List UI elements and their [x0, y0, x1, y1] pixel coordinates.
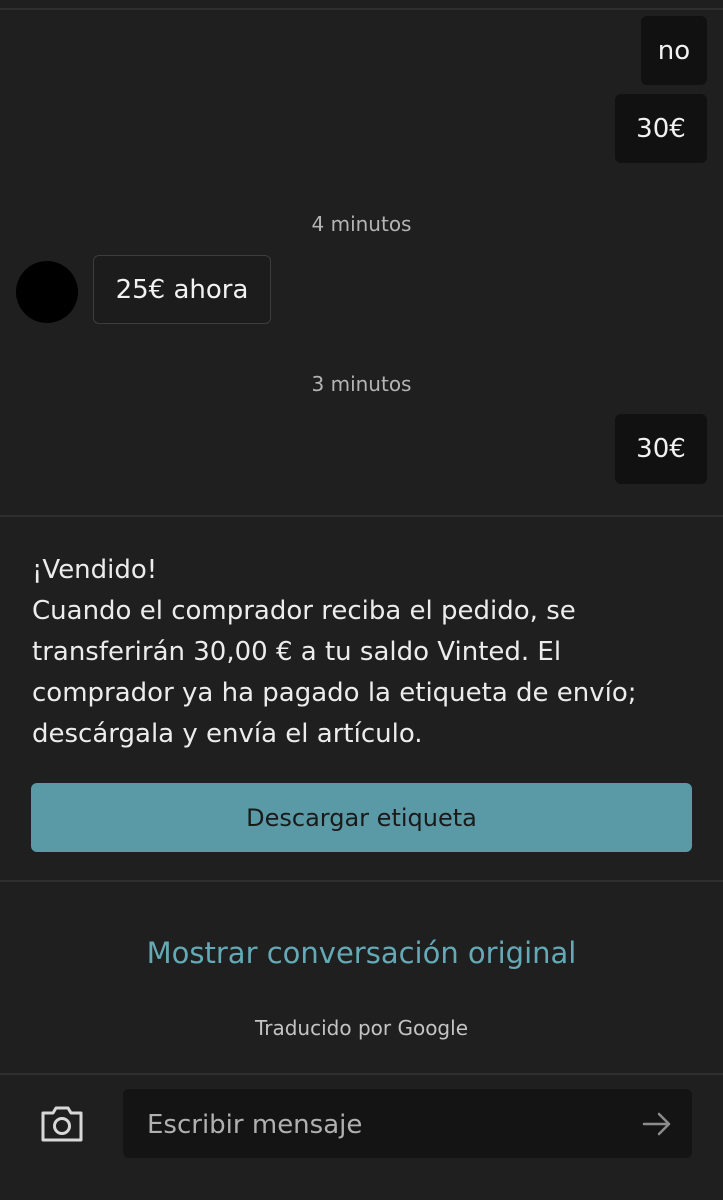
message-bubble-incoming: 25€ ahora — [93, 255, 271, 324]
camera-icon — [41, 1106, 83, 1142]
top-divider — [0, 8, 723, 10]
message-timestamp: 3 minutos — [311, 372, 412, 396]
arrow-right-icon — [642, 1112, 671, 1136]
sold-description: Cuando el comprador reciba el pedido, se… — [32, 596, 637, 749]
sold-notice: ¡Vendido! Cuando el comprador reciba el … — [32, 550, 702, 755]
section-divider — [0, 880, 723, 882]
download-label-button[interactable]: Descargar etiqueta — [31, 783, 692, 852]
download-label-button-text: Descargar etiqueta — [246, 803, 477, 832]
translation-attribution: Traducido por Google — [254, 1016, 468, 1040]
sold-title: ¡Vendido! — [32, 555, 158, 585]
message-text: 30€ — [636, 113, 686, 144]
message-bubble-outgoing: 30€ — [615, 414, 707, 484]
message-timestamp: 4 minutos — [311, 212, 412, 236]
avatar[interactable] — [16, 261, 78, 323]
message-bubble-outgoing: no — [641, 16, 707, 85]
message-bubble-outgoing: 30€ — [615, 94, 707, 163]
message-text: no — [657, 35, 691, 66]
message-text: 30€ — [636, 434, 686, 464]
camera-button[interactable] — [36, 1100, 88, 1148]
composer-divider — [0, 1073, 723, 1075]
message-text: 25€ ahora — [115, 274, 249, 305]
show-original-conversation-link[interactable]: Mostrar conversación original — [0, 936, 723, 970]
section-divider — [0, 515, 723, 517]
send-button[interactable] — [640, 1107, 674, 1141]
message-input[interactable] — [145, 1089, 619, 1160]
message-composer — [123, 1089, 692, 1160]
